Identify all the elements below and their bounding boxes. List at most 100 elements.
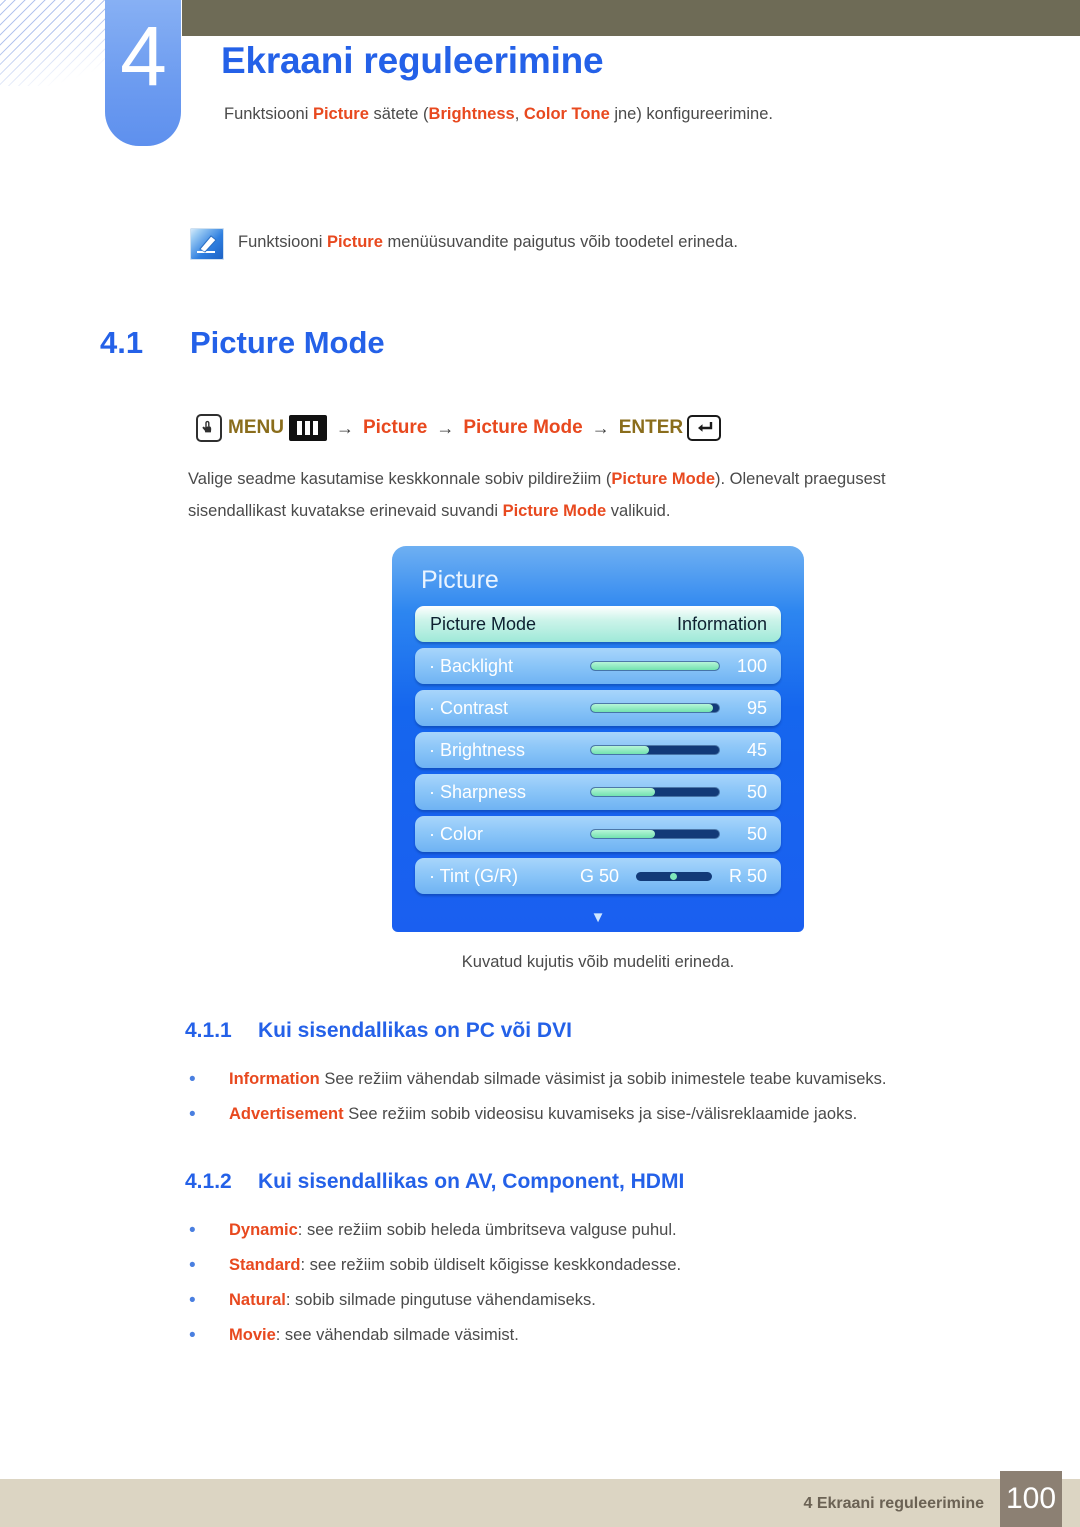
list-item-description: : see vähendab silmade väsimist. — [275, 1326, 519, 1344]
intro-paragraph: Valige seadme kasutamise keskkonnale sob… — [188, 463, 966, 527]
osd-slider-fill — [591, 704, 713, 712]
osd-slider-fill — [591, 746, 649, 754]
menu-bars-icon — [288, 415, 327, 441]
osd-row[interactable]: · Brightness 45 — [415, 732, 781, 768]
osd-row-value: 45 — [746, 739, 767, 760]
osd-row-value: 50 — [746, 823, 767, 844]
bullet-dot-icon: • — [189, 1069, 196, 1090]
chapter-number-tab: 4 — [105, 0, 181, 146]
osd-row-value: 95 — [746, 697, 767, 718]
chapter-subtitle-highlight-1: Picture — [312, 105, 369, 123]
list-item: • Natural: sobib silmade pingutuse vähend… — [185, 1291, 985, 1326]
section-heading: 4.1 Picture Mode — [100, 325, 960, 361]
chapter-subtitle-highlight-2: Brightness — [428, 105, 515, 123]
list-item-text: Advertisement See režiim sobib videosisu… — [229, 1105, 857, 1125]
list-item: • Dynamic: see režiim sobib heleda ümbrit… — [185, 1221, 985, 1256]
list-item: • Movie: see vähendab silmade väsimist. — [185, 1326, 985, 1361]
list-item-term: Standard — [229, 1256, 301, 1274]
osd-row-label: · Sharpness — [429, 781, 527, 802]
subsection-title-412: Kui sisendallikas on AV, Component, HDMI — [258, 1170, 685, 1193]
osd-row[interactable]: · Backlight 100 — [415, 648, 781, 684]
osd-row[interactable]: · Tint (G/R) G 50 R 50 — [415, 858, 781, 894]
section-title: Picture Mode — [190, 325, 385, 360]
list-item: • Advertisement See režiim sobib videosis… — [185, 1105, 985, 1140]
chapter-subtitle-post: jne) konfigureerimine. — [609, 105, 773, 123]
intro-paragraph-highlight-1: Picture Mode — [611, 470, 715, 488]
osd-row-label: Picture Mode — [430, 613, 537, 634]
osd-row-label: · Color — [429, 823, 484, 844]
list-item-text: Natural: sobib silmade pingutuse vähenda… — [229, 1291, 596, 1311]
osd-tint-red-value: R 50 — [728, 865, 767, 886]
note-text-pre: Funktsiooni — [238, 233, 327, 251]
list-item-description: : sobib silmade pingutuse vähendamiseks. — [285, 1291, 596, 1309]
osd-row-value: 100 — [736, 655, 767, 676]
subsection-number-412: 4.1.2 — [185, 1170, 232, 1193]
osd-slider[interactable] — [591, 704, 719, 712]
osd-row[interactable]: · Sharpness 50 — [415, 774, 781, 810]
osd-slider-fill — [591, 830, 655, 838]
osd-slider[interactable] — [591, 788, 719, 796]
footer-chapter-label: 4 Ekraani reguleerimine — [803, 1495, 984, 1512]
osd-slider-fill — [591, 662, 719, 670]
list-item-term: Information — [229, 1070, 320, 1088]
bullet-dot-icon: • — [189, 1290, 196, 1311]
subsection-heading-412: 4.1.2 Kui sisendallikas on AV, Component… — [185, 1170, 985, 1194]
osd-slider[interactable] — [591, 746, 719, 754]
menu-label: MENU — [228, 417, 284, 438]
footer-page-number: 100 — [1000, 1471, 1062, 1527]
osd-row[interactable]: · Color 50 — [415, 816, 781, 852]
chapter-subtitle-pre: Funktsiooni — [224, 105, 313, 123]
note-text-highlight: Picture — [326, 233, 383, 251]
subsection-heading-411: 4.1.1 Kui sisendallikas on PC või DVI — [185, 1019, 985, 1043]
list-item-text: Dynamic: see režiim sobib heleda ümbrits… — [229, 1221, 677, 1241]
menu-path-arrow-1: → — [335, 417, 354, 438]
chapter-number: 4 — [120, 9, 167, 103]
bullet-dot-icon: • — [189, 1220, 196, 1241]
note-callout: Funktsiooni Picture menüüsuvandite paigu… — [190, 228, 950, 260]
osd-tint-slider-knob — [670, 872, 678, 880]
bullet-dot-icon: • — [189, 1255, 196, 1276]
note-pencil-icon — [190, 228, 224, 260]
menu-path-arrow-2: → — [436, 417, 455, 438]
osd-row[interactable]: Picture Mode Information — [415, 606, 781, 642]
osd-slider[interactable] — [591, 662, 719, 670]
bullet-list-411: • Information See režiim vähendab silmade… — [185, 1070, 985, 1140]
list-item-text: Movie: see vähendab silmade väsimist. — [229, 1326, 519, 1346]
touch-hand-icon — [196, 414, 222, 442]
osd-row-value: Information — [676, 613, 767, 634]
intro-paragraph-part-1: Valige seadme kasutamise keskkonnale sob… — [188, 470, 612, 488]
list-item-term: Natural — [229, 1291, 286, 1309]
osd-tint-slider[interactable] — [635, 871, 712, 881]
list-item-term: Advertisement — [229, 1105, 344, 1123]
chapter-subtitle: Funktsiooni Picture sätete (Brightness, … — [224, 105, 773, 124]
figure-caption: Kuvatud kujutis võib mudeliti erineda. — [461, 953, 735, 971]
enter-label: ENTER — [618, 417, 684, 438]
note-text: Funktsiooni Picture menüüsuvandite paigu… — [238, 228, 738, 253]
list-item-term: Movie — [229, 1326, 276, 1344]
intro-paragraph-highlight-2: Picture Mode — [502, 502, 607, 521]
list-item: • Information See režiim vähendab silmade… — [185, 1070, 985, 1105]
osd-tint-control[interactable]: G 50 R 50 — [415, 858, 781, 894]
osd-row-label: · Contrast — [429, 697, 509, 718]
osd-row-value: 50 — [746, 781, 767, 802]
decorative-hatch-corner — [0, 0, 118, 86]
menu-path-item-picture: Picture — [362, 417, 428, 438]
osd-row-list: Picture Mode Information · Backlight 100 · C… — [415, 606, 781, 900]
list-item-description: : see režiim sobib üldiselt kõigisse kes… — [300, 1256, 682, 1274]
enter-return-icon — [687, 415, 722, 441]
osd-scroll-down-icon: ▼ — [590, 909, 606, 926]
list-item-text: Information See režiim vähendab silmade … — [229, 1070, 887, 1090]
osd-picture-menu: Picture Picture Mode Information · Backlig… — [392, 546, 804, 932]
intro-paragraph-part-3: valikuid. — [606, 502, 671, 521]
list-item-description: See režiim sobib videosisu kuvamiseks ja… — [343, 1105, 858, 1123]
page-title: Ekraani reguleerimine — [221, 40, 604, 82]
section-number: 4.1 — [100, 325, 144, 360]
list-item: • Standard: see režiim sobib üldiselt kõi… — [185, 1256, 985, 1291]
osd-row-label: · Backlight — [429, 655, 514, 676]
osd-row-label: · Brightness — [429, 739, 526, 760]
menu-path-item-picture-mode: Picture Mode — [463, 417, 583, 438]
osd-slider[interactable] — [591, 830, 719, 838]
chapter-subtitle-mid-1: sätete ( — [368, 105, 429, 123]
list-item-description: See režiim vähendab silmade väsimist ja … — [319, 1070, 887, 1088]
osd-row[interactable]: · Contrast 95 — [415, 690, 781, 726]
